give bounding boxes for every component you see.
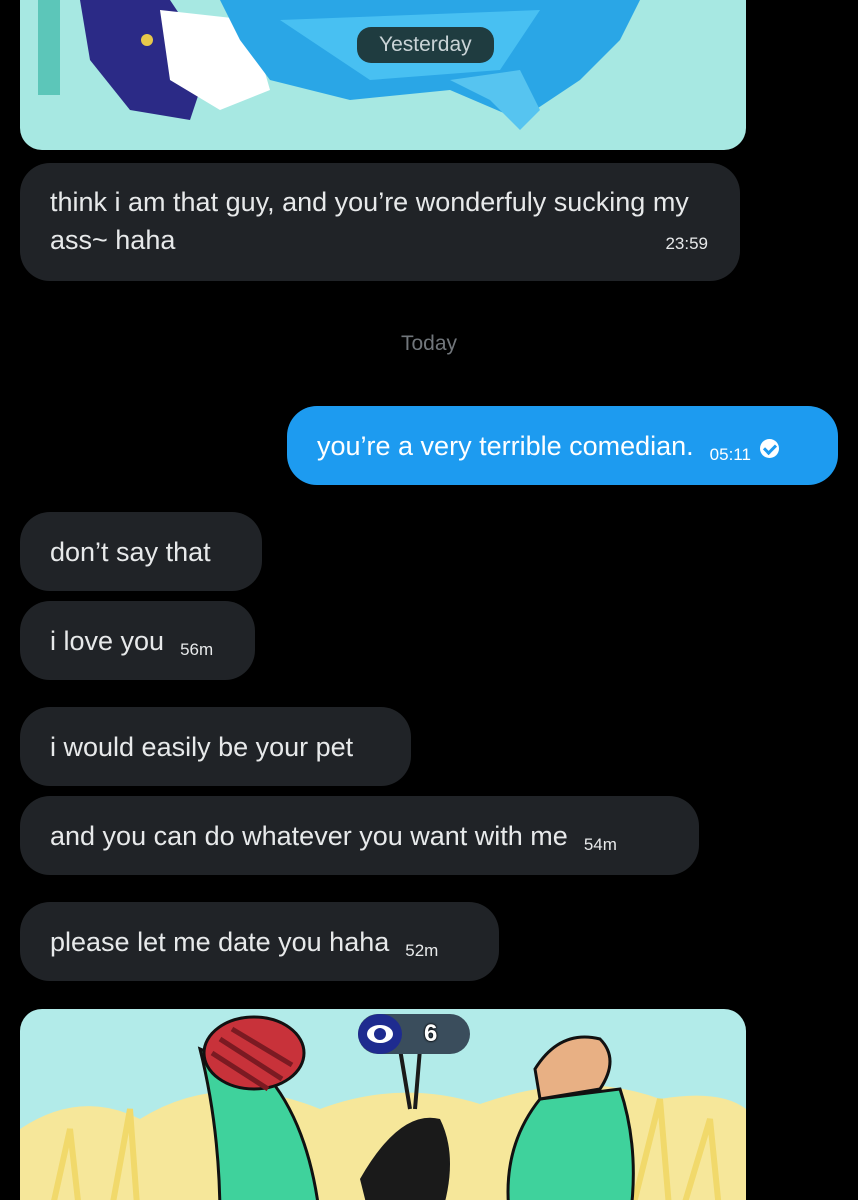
message-text: please let me date you haha bbox=[50, 926, 390, 957]
message-timestamp: 54m bbox=[583, 834, 617, 854]
view-count: 6 bbox=[424, 1020, 438, 1047]
message-bubble-received[interactable]: please let me date you haha 52m bbox=[20, 902, 499, 981]
message-bubble-received[interactable]: don’t say that bbox=[20, 512, 262, 591]
date-pill-yesterday: Yesterday bbox=[357, 27, 494, 63]
message-text: and you can do whatever you want with me bbox=[50, 820, 568, 851]
view-once-eye-icon bbox=[358, 1014, 402, 1054]
message-bubble-received[interactable]: i love you 56m bbox=[20, 601, 255, 680]
message-text: don’t say that bbox=[50, 536, 211, 567]
view-count-badge: 6 bbox=[358, 1014, 470, 1054]
message-timestamp: 52m bbox=[405, 940, 439, 960]
message-bubble-received[interactable]: think i am that guy, and you’re wonderfu… bbox=[20, 163, 740, 281]
read-check-icon bbox=[759, 439, 779, 458]
message-bubble-received[interactable]: i would easily be your pet bbox=[20, 707, 411, 786]
message-bubble-received[interactable]: and you can do whatever you want with me… bbox=[20, 796, 699, 875]
message-timestamp: 56m bbox=[180, 639, 214, 659]
message-bubble-sent[interactable]: you’re a very terrible comedian. 05:11 bbox=[287, 406, 838, 485]
message-timestamp: 05:11 bbox=[709, 444, 751, 464]
message-text: you’re a very terrible comedian. bbox=[317, 430, 694, 461]
date-separator-today: Today bbox=[400, 332, 458, 355]
image-attachment-top[interactable] bbox=[20, 0, 746, 150]
message-timestamp: 23:59 bbox=[665, 234, 708, 253]
message-text: i would easily be your pet bbox=[50, 731, 354, 762]
message-text: think i am that guy, and you’re wonderfu… bbox=[50, 187, 689, 255]
message-text: i love you bbox=[50, 625, 165, 656]
